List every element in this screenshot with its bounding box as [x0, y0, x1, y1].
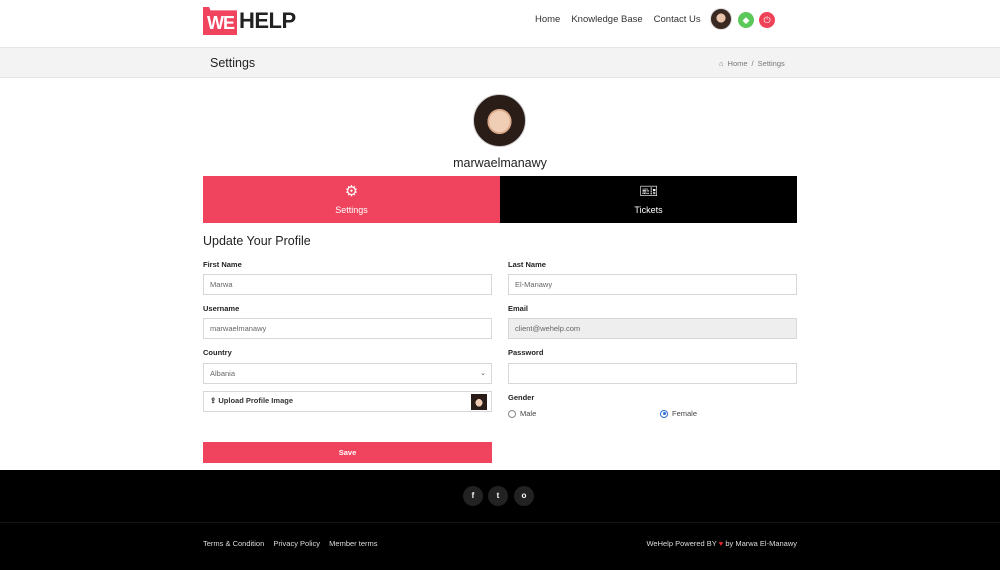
gender-male-option[interactable]: Male: [508, 409, 536, 418]
footer-divider: [0, 522, 1000, 523]
logo-help-text: HELP: [239, 8, 296, 33]
save-button[interactable]: Save: [203, 442, 492, 463]
last-name-label: Last Name: [508, 260, 546, 269]
profile-username: marwaelmanawy: [453, 156, 547, 170]
page-title-bar: Settings ⌂ Home / Settings: [0, 47, 1000, 78]
email-label: Email: [508, 304, 529, 313]
password-field[interactable]: [508, 363, 797, 384]
radio-male[interactable]: [508, 409, 516, 418]
logo-we-text: WE: [207, 13, 235, 33]
password-label: Password: [508, 348, 544, 357]
footer-links: Terms & Condition Privacy Policy Member …: [203, 539, 385, 548]
upload-profile-image-button[interactable]: ⇪ Upload Profile Image: [203, 391, 492, 412]
page-title: Settings: [210, 56, 256, 70]
instagram-icon[interactable]: o: [514, 486, 534, 506]
tab-tickets-label: Tickets: [634, 205, 663, 215]
first-name-label: First Name: [203, 260, 242, 269]
gears-icon: ⚙: [344, 183, 359, 200]
gender-female-option[interactable]: Female: [660, 409, 697, 418]
first-name-field[interactable]: Marwa: [203, 274, 492, 295]
facebook-icon[interactable]: f: [463, 486, 483, 506]
powered-by: WeHelp Powered BY ♥ by Marwa El-Manawy: [646, 539, 797, 548]
gender-label: Gender: [508, 393, 535, 402]
tab-settings-label: Settings: [335, 205, 368, 215]
profile-avatar: [473, 94, 526, 147]
nav-contact-us[interactable]: Contact Us: [654, 14, 701, 25]
footer: f t o Terms & Condition Privacy Policy M…: [0, 470, 1000, 570]
footer-link-terms[interactable]: Terms & Condition: [203, 539, 264, 548]
chevron-down-icon: ⌄: [480, 370, 486, 377]
profile-tabs: ⚙ Settings 🎫︎ Tickets: [203, 176, 797, 223]
heart-icon: ♥: [718, 539, 724, 548]
twitter-icon[interactable]: t: [488, 486, 508, 506]
footer-link-member-terms[interactable]: Member terms: [329, 539, 377, 548]
gender-male-label: Male: [520, 409, 537, 418]
wehelp-logo[interactable]: WE HELP: [203, 6, 296, 36]
power-icon[interactable]: ⏻: [759, 12, 775, 28]
tab-tickets[interactable]: 🎫︎ Tickets: [500, 176, 797, 223]
ticket-icon: 🎫︎: [638, 183, 659, 200]
upload-thumbnail: [471, 394, 487, 410]
nav-home[interactable]: Home: [535, 14, 560, 25]
last-name-field[interactable]: El-Manawy: [508, 274, 797, 295]
logo-mark: WE: [203, 7, 237, 35]
top-navbar: WE HELP Home Knowledge Base Contact Us ◆…: [0, 0, 1000, 47]
upload-icon: ⇪: [210, 396, 217, 405]
home-icon: ⌂: [719, 59, 724, 68]
user-avatar[interactable]: [710, 8, 732, 30]
email-field: client@wehelp.com: [508, 318, 797, 339]
nav-knowledge-base[interactable]: Knowledge Base: [571, 14, 642, 25]
username-field[interactable]: marwaelmanawy: [203, 318, 492, 339]
footer-link-privacy[interactable]: Privacy Policy: [273, 539, 320, 548]
powered-prefix: WeHelp Powered BY: [646, 539, 717, 548]
upload-label: Upload Profile Image: [218, 396, 293, 405]
tag-icon[interactable]: ◆: [738, 12, 754, 28]
country-label: Country: [203, 348, 232, 357]
breadcrumb: ⌂ Home / Settings: [719, 59, 789, 68]
radio-female[interactable]: [660, 409, 668, 418]
breadcrumb-home[interactable]: Home: [728, 59, 748, 68]
form-heading: Update Your Profile: [203, 234, 311, 248]
breadcrumb-separator: /: [751, 59, 754, 68]
country-select[interactable]: Albania ⌄: [203, 363, 492, 384]
powered-suffix: by Marwa El-Manawy: [725, 539, 797, 548]
tab-settings[interactable]: ⚙ Settings: [203, 176, 500, 223]
gender-female-label: Female: [672, 409, 698, 418]
main-nav: Home Knowledge Base Contact Us: [535, 14, 712, 25]
breadcrumb-current: Settings: [757, 59, 785, 68]
country-value: Albania: [210, 369, 236, 378]
username-label: Username: [203, 304, 240, 313]
